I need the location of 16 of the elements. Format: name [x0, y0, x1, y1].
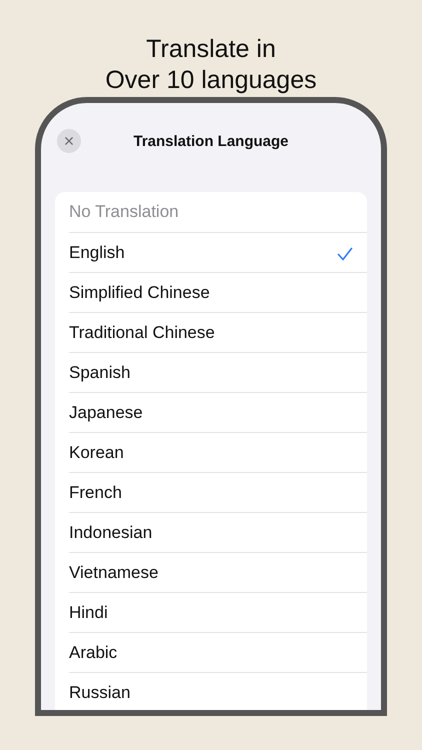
screen-title: Translation Language [133, 132, 289, 150]
language-option[interactable]: Japanese [69, 392, 367, 432]
close-button[interactable]: × [57, 129, 81, 153]
language-option[interactable]: French [69, 472, 367, 512]
language-option[interactable]: Spanish [69, 352, 367, 392]
headline: Translate in Over 10 languages [104, 34, 318, 96]
language-option[interactable]: Korean [69, 432, 367, 472]
language-option[interactable]: Vietnamese [69, 552, 367, 592]
language-option[interactable]: Hindi [69, 592, 367, 632]
language-option[interactable]: English [69, 232, 367, 272]
language-option[interactable]: Simplified Chinese [69, 272, 367, 312]
language-option[interactable]: Russian [69, 672, 367, 710]
language-option[interactable]: Traditional Chinese [69, 312, 367, 352]
language-option[interactable]: Arabic [69, 632, 367, 672]
language-option[interactable]: Indonesian [69, 512, 367, 552]
checkmark-icon [337, 246, 353, 260]
